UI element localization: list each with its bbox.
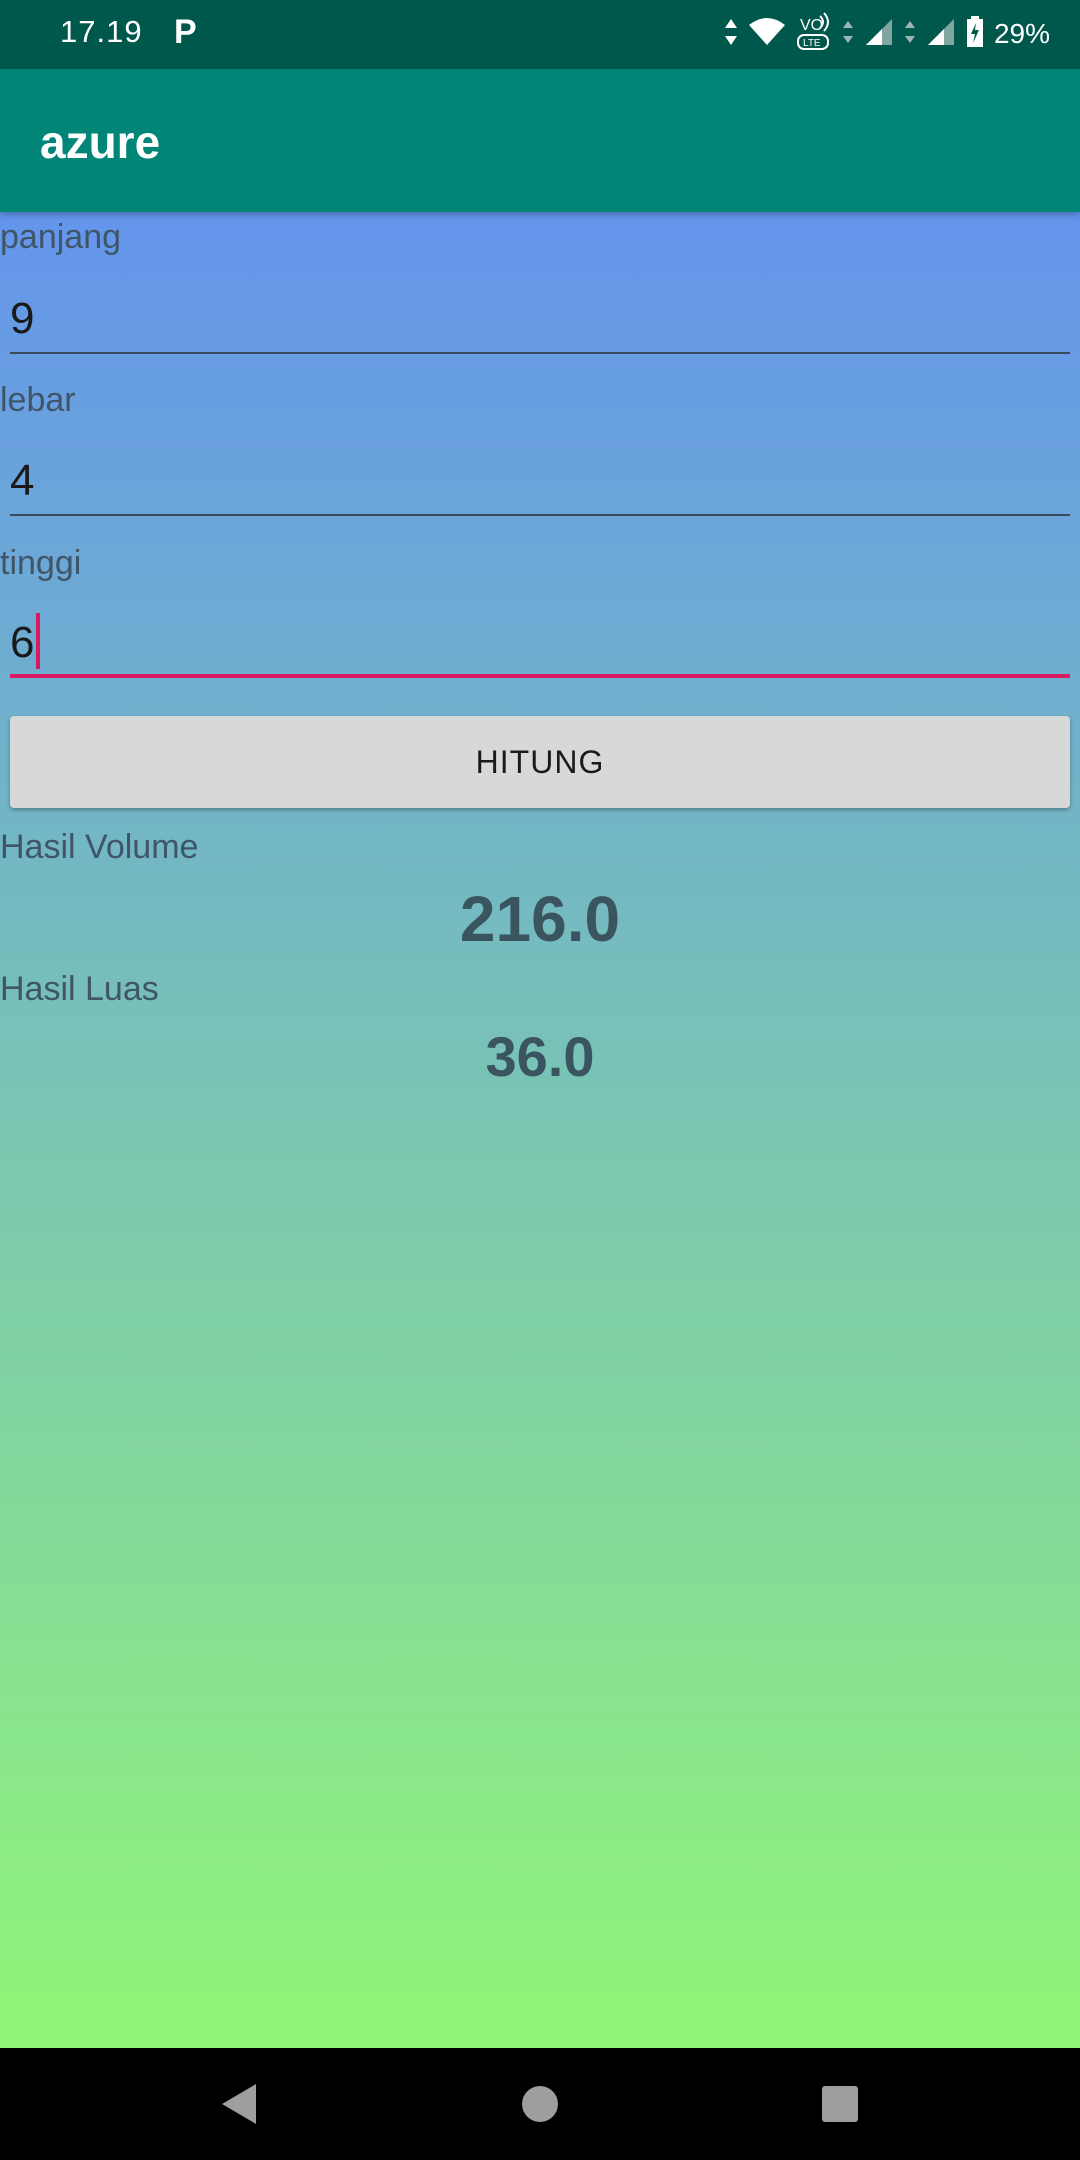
luas-result-label: Hasil Luas bbox=[0, 970, 159, 1008]
panjang-label: panjang bbox=[0, 218, 122, 256]
status-bar: 17.19 P VO LTE 29% bbox=[0, 0, 1080, 69]
navigation-bar bbox=[0, 2048, 1080, 2160]
svg-text:LTE: LTE bbox=[803, 38, 821, 49]
volume-result-label: Hasil Volume bbox=[0, 828, 199, 866]
panjang-value: 9 bbox=[10, 294, 35, 343]
volume-result-value: 216.0 bbox=[459, 883, 621, 955]
tinggi-value: 6 bbox=[10, 618, 35, 667]
text-cursor bbox=[36, 613, 41, 670]
svg-text:VO: VO bbox=[800, 17, 823, 34]
panjang-input[interactable]: 9 bbox=[10, 284, 1070, 354]
home-icon[interactable] bbox=[512, 2076, 568, 2132]
tinggi-input[interactable]: 6 bbox=[10, 608, 1070, 678]
wifi-icon bbox=[748, 17, 786, 52]
data-arrows-icon bbox=[842, 17, 854, 52]
battery-charging-icon bbox=[966, 15, 984, 53]
notification-p-icon: P bbox=[174, 13, 197, 51]
volte-icon: VO LTE bbox=[796, 11, 832, 57]
lebar-label: lebar bbox=[0, 381, 76, 419]
app-title: azure bbox=[40, 116, 161, 168]
main-content: panjang 9 lebar 4 tinggi 6 HITUNG Hasil … bbox=[0, 212, 1080, 2048]
data-arrows-icon bbox=[904, 17, 916, 52]
status-icons: VO LTE 29% bbox=[724, 11, 1050, 57]
signal-icon bbox=[926, 17, 956, 52]
lebar-value: 4 bbox=[10, 456, 35, 505]
tinggi-label: tinggi bbox=[0, 544, 82, 582]
luas-result-value: 36.0 bbox=[485, 1025, 595, 1088]
lebar-input[interactable]: 4 bbox=[10, 446, 1070, 516]
data-arrows-icon bbox=[724, 17, 738, 52]
back-icon[interactable] bbox=[212, 2076, 268, 2132]
status-time: 17.19 bbox=[60, 14, 143, 49]
screen: 17.19 P VO LTE 29% azure panjang 9 lebar… bbox=[0, 0, 1080, 2160]
app-bar: azure bbox=[0, 69, 1080, 212]
signal-icon bbox=[864, 17, 894, 52]
hitung-button[interactable]: HITUNG bbox=[10, 716, 1070, 808]
recents-icon[interactable] bbox=[812, 2076, 868, 2132]
battery-percent: 29% bbox=[993, 18, 1050, 49]
